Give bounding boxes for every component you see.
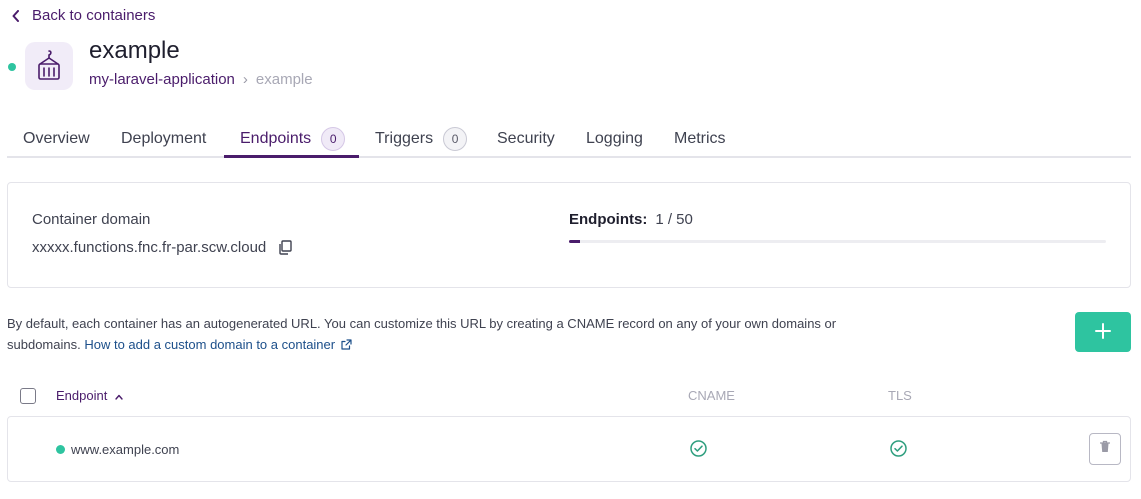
tab-triggers[interactable]: Triggers 0 [375,120,468,158]
tab-triggers-label: Triggers [375,130,434,147]
cname-column-header: CNAME [688,388,735,403]
tab-logging-label: Logging [586,130,643,147]
tab-security-label: Security [497,130,555,147]
tab-security[interactable]: Security [497,120,555,158]
status-dot [8,63,16,71]
endpoints-quota-value: 1 / 50 [655,211,693,228]
custom-domain-help-link-label: How to add a custom domain to a containe… [84,337,336,352]
chevron-left-icon [12,9,20,22]
breadcrumb-current: example [255,71,313,88]
endpoints-quota: Endpoints: 1 / 50 [569,211,693,228]
container-icon [25,42,73,90]
endpoint-column-label: Endpoint [56,388,108,403]
table-header: Endpoint CNAME TLS [7,384,1131,408]
check-circle-icon [890,440,907,462]
breadcrumb-namespace-link[interactable]: my-laravel-application [89,71,235,88]
delete-endpoint-button[interactable] [1089,433,1121,465]
external-link-icon [341,335,352,356]
plus-icon [1095,322,1111,342]
container-domain-label: Container domain [32,211,151,228]
endpoint-status-dot [56,445,65,454]
table-row: www.example.com [7,416,1131,482]
add-endpoint-button[interactable] [1075,312,1131,352]
check-circle-icon [690,440,707,462]
endpoint-column-header[interactable]: Endpoint [56,388,124,403]
tab-metrics[interactable]: Metrics [674,120,726,158]
tab-metrics-label: Metrics [674,130,726,147]
tab-logging[interactable]: Logging [586,120,643,158]
endpoints-quota-progress-bar [569,240,1106,243]
breadcrumb: my-laravel-application › example [89,71,313,88]
select-all-checkbox[interactable] [20,388,36,404]
container-domain-card: Container domain xxxxx.functions.fnc.fr-… [7,182,1131,288]
tab-deployment[interactable]: Deployment [121,120,206,158]
container-domain-value-row: xxxxx.functions.fnc.fr-par.scw.cloud [32,239,292,256]
endpoint-cell: www.example.com [56,442,179,457]
tab-overview[interactable]: Overview [23,120,90,158]
custom-domain-help-link[interactable]: How to add a custom domain to a containe… [84,337,352,352]
trash-icon [1099,440,1111,458]
tab-triggers-count-badge: 0 [443,127,468,151]
container-domain-value: xxxxx.functions.fnc.fr-par.scw.cloud [32,239,267,256]
endpoint-value: www.example.com [71,442,180,457]
copy-icon[interactable] [278,240,292,255]
breadcrumb-separator: › [242,71,248,88]
endpoints-description: By default, each container has an autoge… [7,313,837,356]
tab-bar: Overview Deployment Endpoints 0 Triggers… [7,120,1131,158]
tab-endpoints-count-badge: 0 [321,127,346,151]
endpoints-quota-label: Endpoints: [569,211,648,228]
back-to-containers-link[interactable]: Back to containers [12,7,155,24]
back-link-label: Back to containers [32,7,156,24]
page-title: example [89,37,180,64]
endpoints-quota-progress-fill [569,240,580,243]
sort-icon [115,388,124,403]
tab-endpoints[interactable]: Endpoints 0 [240,120,346,158]
active-tab-indicator [224,155,359,158]
tls-column-header: TLS [888,388,912,403]
tab-deployment-label: Deployment [121,130,207,147]
tab-overview-label: Overview [23,130,90,147]
tab-endpoints-label: Endpoints [240,130,312,147]
